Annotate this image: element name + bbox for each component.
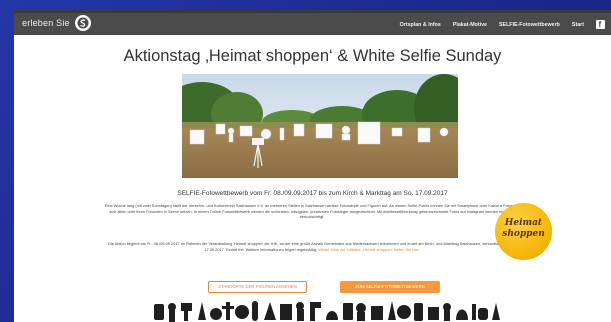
browser-viewport: erleben Sie Ortsplan & Infos Plakat-Moti… [14, 10, 611, 322]
details-text: Die Aktion beginnt am Fr., 08./09.09.201… [108, 241, 516, 252]
heimat-shoppen-badge: Heimat shoppen [495, 203, 552, 260]
monitor-frame: erleben Sie Ortsplan & Infos Plakat-Moti… [0, 0, 611, 322]
view-figure-locations-button[interactable]: STANDORTE DER FIGUREN ANSEHEN [208, 281, 307, 293]
nav-selfie-wettbewerb[interactable]: SELFIE-Fotowettbewerb [499, 22, 560, 28]
intro-paragraph: Eine Woche lang (mit zwei Sonntagen) ste… [104, 203, 520, 220]
logo-icon[interactable] [75, 15, 91, 31]
heimat-shoppen-link[interactable]: Weiter Infos zur Initiative „Heimat shop… [318, 247, 419, 252]
footer-figure-silhouettes [152, 298, 502, 322]
nav-plakat-motive[interactable]: Plakat-Motive [453, 22, 487, 28]
badge-text: Heimat shoppen [495, 218, 552, 240]
hero-photo [182, 74, 458, 178]
nav-menu: Ortsplan & Infos Plakat-Motive SELFIE-Fo… [400, 20, 605, 29]
page-title: Aktionstag ‚Heimat shoppen‘ & White Self… [123, 47, 502, 65]
selfie-contest-button[interactable]: ZUM SELFIE-FOTOWETTBEWERB [340, 281, 440, 293]
nav-start[interactable]: Start [572, 22, 584, 28]
site-navbar: erleben Sie Ortsplan & Infos Plakat-Moti… [14, 13, 611, 35]
nav-ortsplan[interactable]: Ortsplan & Infos [400, 22, 441, 28]
details-paragraph: Die Aktion beginnt am Fr., 08./09.09.201… [102, 241, 522, 252]
facebook-icon[interactable]: f [596, 20, 605, 29]
contest-heading: SELFIE-Fotowettbewerb vom Fr. 08./09.09.… [177, 190, 448, 197]
badge-line-1: Heimat [504, 218, 543, 228]
brand-text[interactable]: erleben Sie [22, 18, 70, 28]
badge-line-2: shoppen [502, 229, 545, 239]
